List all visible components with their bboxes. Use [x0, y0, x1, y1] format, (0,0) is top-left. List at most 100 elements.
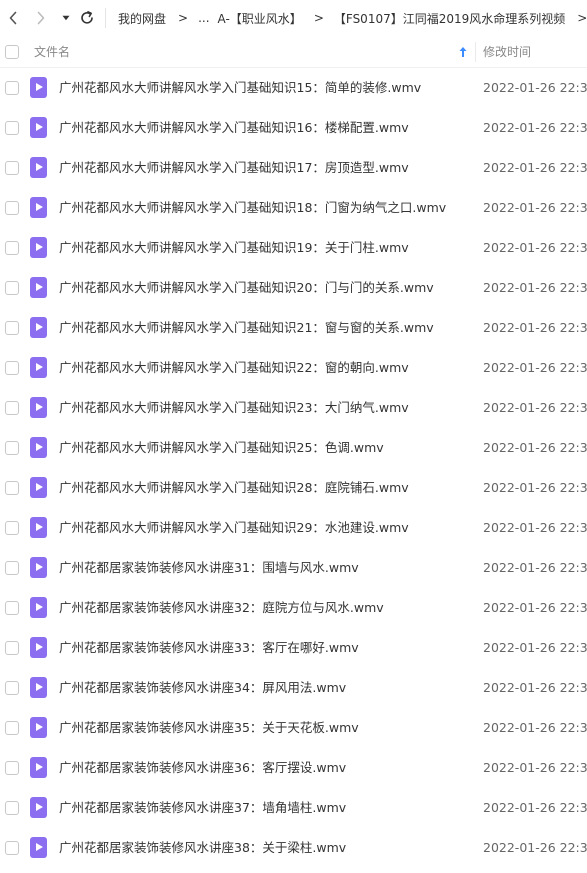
file-modified-time: 2022-01-26 22:36: [483, 440, 587, 455]
row-checkbox[interactable]: [5, 441, 19, 455]
file-row[interactable]: 广州花都风水大师讲解风水学入门基础知识18：门窗为纳气之口.wmv 2022-01…: [0, 188, 587, 228]
video-file-icon: [30, 837, 47, 858]
video-file-icon: [30, 797, 47, 818]
video-file-icon: [30, 277, 47, 298]
file-name[interactable]: 广州花都风水大师讲解风水学入门基础知识16：楼梯配置.wmv: [59, 108, 409, 148]
video-file-icon: [30, 237, 47, 258]
row-checkbox[interactable]: [5, 241, 19, 255]
file-name[interactable]: 广州花都风水大师讲解风水学入门基础知识29：水池建设.wmv: [59, 508, 409, 548]
row-checkbox[interactable]: [5, 361, 19, 375]
file-row[interactable]: 广州花都居家装饰装修风水讲座36：客厅摆设.wmv 2022-01-26 22:3…: [0, 748, 587, 788]
file-row[interactable]: 广州花都风水大师讲解风水学入门基础知识16：楼梯配置.wmv 2022-01-26…: [0, 108, 587, 148]
file-row[interactable]: 广州花都风水大师讲解风水学入门基础知识25：色调.wmv 2022-01-26 2…: [0, 428, 587, 468]
file-row[interactable]: 广州花都居家装饰装修风水讲座38：关于梁柱.wmv 2022-01-26 22:3…: [0, 828, 587, 868]
row-checkbox[interactable]: [5, 801, 19, 815]
row-checkbox[interactable]: [5, 601, 19, 615]
row-checkbox[interactable]: [5, 521, 19, 535]
file-name[interactable]: 广州花都风水大师讲解风水学入门基础知识22：窗的朝向.wmv: [59, 348, 409, 388]
video-file-icon: [30, 597, 47, 618]
row-checkbox[interactable]: [5, 161, 19, 175]
row-checkbox[interactable]: [5, 561, 19, 575]
file-name[interactable]: 广州花都风水大师讲解风水学入门基础知识19：关于门柱.wmv: [59, 228, 409, 268]
breadcrumb: 我的网盘 > ... A-【职业风水】 > 【FS0107】江同福2019风水命…: [118, 0, 587, 36]
breadcrumb-item-category[interactable]: A-【职业风水】: [218, 10, 302, 27]
file-name[interactable]: 广州花都风水大师讲解风水学入门基础知识17：房顶造型.wmv: [59, 148, 409, 188]
file-modified-time: 2022-01-26 22:36: [483, 680, 587, 695]
file-modified-time: 2022-01-26 22:36: [483, 360, 587, 375]
navigation-toolbar: 我的网盘 > ... A-【职业风水】 > 【FS0107】江同福2019风水命…: [0, 0, 587, 36]
refresh-button[interactable]: [76, 6, 98, 30]
row-checkbox[interactable]: [5, 281, 19, 295]
row-checkbox[interactable]: [5, 721, 19, 735]
video-file-icon: [30, 477, 47, 498]
file-name[interactable]: 广州花都居家装饰装修风水讲座34：屏风用法.wmv: [59, 668, 346, 708]
refresh-icon: [81, 11, 93, 24]
file-row[interactable]: 广州花都居家装饰装修风水讲座33：客厅在哪好.wmv 2022-01-26 22:…: [0, 628, 587, 668]
select-all-checkbox[interactable]: [5, 45, 19, 59]
file-name[interactable]: 广州花都居家装饰装修风水讲座35：关于天花板.wmv: [59, 708, 359, 748]
file-row[interactable]: 广州花都居家装饰装修风水讲座31：围墙与风水.wmv 2022-01-26 22:…: [0, 548, 587, 588]
file-modified-time: 2022-01-26 22:36: [483, 720, 587, 735]
row-checkbox[interactable]: [5, 321, 19, 335]
file-modified-time: 2022-01-26 22:36: [483, 80, 587, 95]
video-file-icon: [30, 397, 47, 418]
row-checkbox[interactable]: [5, 81, 19, 95]
file-row[interactable]: 广州花都风水大师讲解风水学入门基础知识22：窗的朝向.wmv 2022-01-26…: [0, 348, 587, 388]
file-modified-time: 2022-01-26 22:36: [483, 120, 587, 135]
file-name[interactable]: 广州花都居家装饰装修风水讲座31：围墙与风水.wmv: [59, 548, 359, 588]
file-modified-time: 2022-01-26 22:36: [483, 280, 587, 295]
file-name[interactable]: 广州花都风水大师讲解风水学入门基础知识20：门与门的关系.wmv: [59, 268, 434, 308]
file-name[interactable]: 广州花都居家装饰装修风水讲座37：墙角墙柱.wmv: [59, 788, 346, 828]
back-button[interactable]: [2, 6, 24, 30]
file-name[interactable]: 广州花都居家装饰装修风水讲座38：关于梁柱.wmv: [59, 828, 346, 868]
file-row[interactable]: 广州花都风水大师讲解风水学入门基础知识23：大门纳气.wmv 2022-01-26…: [0, 388, 587, 428]
file-name[interactable]: 广州花都居家装饰装修风水讲座32：庭院方位与风水.wmv: [59, 588, 384, 628]
file-name[interactable]: 广州花都风水大师讲解风水学入门基础知识15：简单的装修.wmv: [59, 68, 421, 108]
row-checkbox[interactable]: [5, 481, 19, 495]
file-row[interactable]: 广州花都风水大师讲解风水学入门基础知识29：水池建设.wmv 2022-01-26…: [0, 508, 587, 548]
video-file-icon: [30, 157, 47, 178]
row-checkbox[interactable]: [5, 841, 19, 855]
file-name[interactable]: 广州花都风水大师讲解风水学入门基础知识25：色调.wmv: [59, 428, 384, 468]
column-header-name[interactable]: 文件名: [34, 36, 70, 68]
row-checkbox[interactable]: [5, 681, 19, 695]
file-list: 广州花都风水大师讲解风水学入门基础知识15：简单的装修.wmv 2022-01-2…: [0, 68, 587, 868]
breadcrumb-separator: >: [178, 11, 189, 25]
row-checkbox[interactable]: [5, 401, 19, 415]
column-divider[interactable]: [475, 42, 476, 62]
file-row[interactable]: 广州花都居家装饰装修风水讲座37：墙角墙柱.wmv 2022-01-26 22:3…: [0, 788, 587, 828]
row-checkbox[interactable]: [5, 641, 19, 655]
row-checkbox[interactable]: [5, 121, 19, 135]
breadcrumb-item-root[interactable]: 我的网盘: [118, 10, 166, 27]
sort-ascending-icon[interactable]: [458, 46, 468, 58]
file-row[interactable]: 广州花都风水大师讲解风水学入门基础知识21：窗与窗的关系.wmv 2022-01-…: [0, 308, 587, 348]
file-name[interactable]: 广州花都风水大师讲解风水学入门基础知识23：大门纳气.wmv: [59, 388, 409, 428]
video-file-icon: [30, 557, 47, 578]
file-name[interactable]: 广州花都居家装饰装修风水讲座36：客厅摆设.wmv: [59, 748, 346, 788]
breadcrumb-item-current[interactable]: 【FS0107】江同福2019风水命理系列视频: [334, 10, 565, 27]
file-row[interactable]: 广州花都居家装饰装修风水讲座34：屏风用法.wmv 2022-01-26 22:3…: [0, 668, 587, 708]
file-modified-time: 2022-01-26 22:36: [483, 600, 587, 615]
caret-down-icon: [62, 15, 70, 21]
file-row[interactable]: 广州花都风水大师讲解风水学入门基础知识28：庭院铺石.wmv 2022-01-26…: [0, 468, 587, 508]
row-checkbox[interactable]: [5, 201, 19, 215]
column-header-modified-time[interactable]: 修改时间: [483, 36, 531, 68]
file-row[interactable]: 广州花都风水大师讲解风水学入门基础知识17：房顶造型.wmv 2022-01-26…: [0, 148, 587, 188]
file-name[interactable]: 广州花都风水大师讲解风水学入门基础知识18：门窗为纳气之口.wmv: [59, 188, 446, 228]
forward-button[interactable]: [30, 6, 52, 30]
file-name[interactable]: 广州花都居家装饰装修风水讲座33：客厅在哪好.wmv: [59, 628, 359, 668]
file-name[interactable]: 广州花都风水大师讲解风水学入门基础知识21：窗与窗的关系.wmv: [59, 308, 434, 348]
file-name[interactable]: 广州花都风水大师讲解风水学入门基础知识28：庭院铺石.wmv: [59, 468, 409, 508]
file-row[interactable]: 广州花都风水大师讲解风水学入门基础知识19：关于门柱.wmv 2022-01-26…: [0, 228, 587, 268]
file-row[interactable]: 广州花都居家装饰装修风水讲座35：关于天花板.wmv 2022-01-26 22:…: [0, 708, 587, 748]
file-row[interactable]: 广州花都居家装饰装修风水讲座32：庭院方位与风水.wmv 2022-01-26 2…: [0, 588, 587, 628]
breadcrumb-separator: >: [313, 11, 324, 25]
file-modified-time: 2022-01-26 22:36: [483, 400, 587, 415]
breadcrumb-item-ellipsis[interactable]: ...: [198, 11, 209, 25]
file-row[interactable]: 广州花都风水大师讲解风水学入门基础知识15：简单的装修.wmv 2022-01-2…: [0, 68, 587, 108]
file-modified-time: 2022-01-26 22:36: [483, 320, 587, 335]
file-row[interactable]: 广州花都风水大师讲解风水学入门基础知识20：门与门的关系.wmv 2022-01-…: [0, 268, 587, 308]
file-modified-time: 2022-01-26 22:36: [483, 480, 587, 495]
row-checkbox[interactable]: [5, 761, 19, 775]
history-dropdown-button[interactable]: [58, 6, 74, 30]
